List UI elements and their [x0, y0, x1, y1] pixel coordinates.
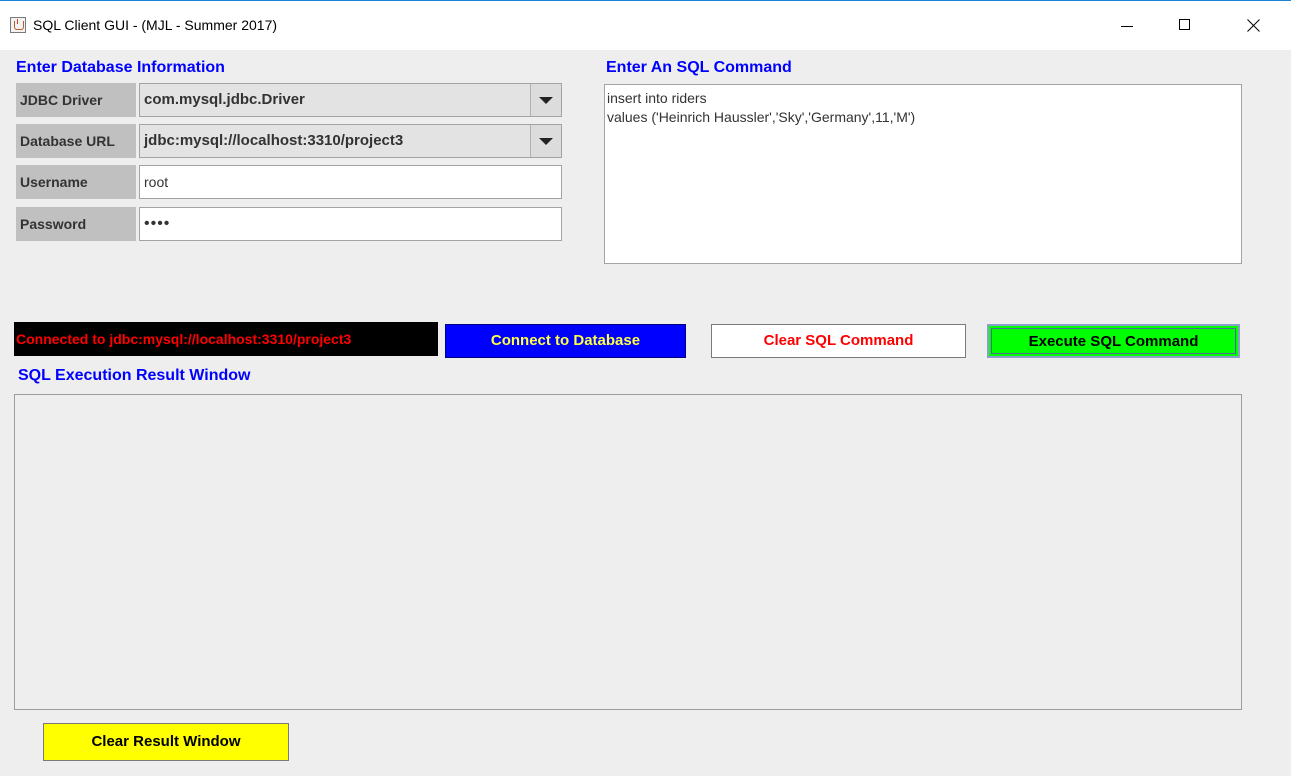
connection-status: Connected to jdbc:mysql://localhost:3310…	[14, 322, 438, 356]
execute-sql-button[interactable]: Execute SQL Command	[987, 324, 1240, 358]
username-label: Username	[16, 165, 136, 199]
minimize-button[interactable]	[1104, 1, 1150, 51]
minimize-icon	[1121, 26, 1133, 27]
sql-command-textarea[interactable]: insert into riders values ('Heinrich Hau…	[604, 84, 1242, 264]
java-app-icon	[10, 17, 26, 33]
clear-result-button[interactable]: Clear Result Window	[43, 723, 289, 761]
title-bar[interactable]: SQL Client GUI - (MJL - Summer 2017)	[0, 0, 1291, 50]
connect-button[interactable]: Connect to Database	[445, 324, 686, 358]
password-input[interactable]: ••••	[139, 207, 562, 241]
password-label: Password	[16, 207, 136, 241]
username-input[interactable]: root	[139, 165, 562, 199]
database-url-label: Database URL	[16, 124, 136, 158]
clear-sql-button[interactable]: Clear SQL Command	[711, 324, 966, 358]
jdbc-driver-value: com.mysql.jdbc.Driver	[144, 91, 305, 108]
maximize-button[interactable]	[1162, 1, 1208, 51]
database-url-value: jdbc:mysql://localhost:3310/project3	[144, 132, 404, 149]
result-window[interactable]	[14, 394, 1242, 710]
database-url-select[interactable]: jdbc:mysql://localhost:3310/project3	[139, 124, 562, 158]
sql-command-title: Enter An SQL Command	[606, 59, 792, 76]
chevron-down-icon[interactable]	[530, 84, 561, 116]
chevron-down-icon[interactable]	[530, 125, 561, 157]
result-window-title: SQL Execution Result Window	[18, 367, 251, 384]
window-title: SQL Client GUI - (MJL - Summer 2017)	[33, 17, 278, 33]
close-icon	[1245, 18, 1261, 34]
close-button[interactable]	[1231, 1, 1277, 51]
db-info-title: Enter Database Information	[16, 59, 225, 76]
maximize-icon	[1179, 19, 1190, 30]
jdbc-driver-label: JDBC Driver	[16, 83, 136, 117]
jdbc-driver-select[interactable]: com.mysql.jdbc.Driver	[139, 83, 562, 117]
